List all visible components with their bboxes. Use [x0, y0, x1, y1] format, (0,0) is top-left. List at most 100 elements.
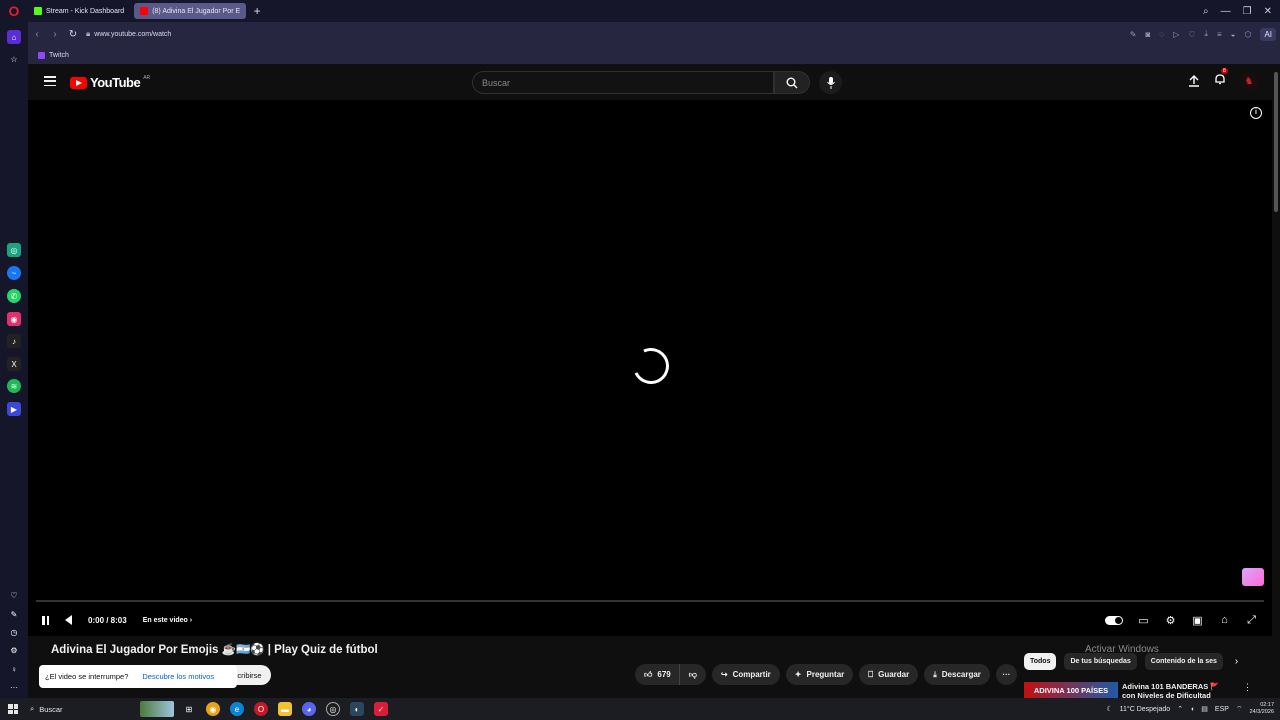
heart-icon[interactable]: ♡ — [1188, 30, 1195, 39]
clock[interactable]: 02:17 24/3/2026 — [1250, 702, 1274, 716]
cast-icon[interactable]: ⌂ — [1218, 614, 1231, 626]
app-icon[interactable]: ✓ — [374, 702, 388, 716]
extensions-icon[interactable]: ⬡ — [1244, 30, 1251, 39]
fullscreen-icon[interactable]: ⤢ — [1245, 614, 1258, 627]
tiktok-icon[interactable]: ♪ — [7, 334, 21, 348]
wifi-icon[interactable]: ⌔ — [1236, 705, 1243, 714]
ask-button[interactable]: ✦ Preguntar — [785, 664, 854, 685]
video-player[interactable]: i 0:00 / 8:03 En este video › ▭ ⚙ ▣ ⌂ ⤢ — [28, 100, 1272, 636]
youtube-logo[interactable]: YouTube AR — [70, 75, 150, 90]
chrome-icon[interactable]: ◉ — [206, 702, 220, 716]
url-field[interactable]: www.youtube.com/watch — [94, 31, 171, 38]
discord-icon[interactable]: ◕ — [302, 702, 316, 716]
download-button[interactable]: ⤓ Descargar — [924, 664, 990, 685]
voice-search-button[interactable] — [819, 71, 842, 94]
network-icon[interactable]: ▤ — [1201, 705, 1208, 713]
weather-text[interactable]: 11°C Despejado — [1120, 706, 1171, 713]
lightbulb-icon[interactable]: ♀ — [7, 662, 21, 676]
search-input[interactable] — [482, 72, 762, 93]
x-icon[interactable]: X — [7, 357, 21, 371]
like-button[interactable]: 👍︎ 679 — [635, 664, 679, 685]
taskbar-search[interactable]: ⌕ Buscar — [30, 701, 140, 717]
spotify-icon[interactable]: ≋ — [7, 379, 21, 393]
ai-button[interactable]: AI — [1260, 27, 1276, 41]
home-icon[interactable]: ⌂ — [7, 30, 21, 44]
shield-icon[interactable]: ◌ — [1159, 30, 1164, 39]
file-explorer-icon[interactable]: ▬ — [278, 702, 292, 716]
info-icon[interactable]: i — [1250, 107, 1262, 119]
taskbar-search-label: Buscar — [39, 704, 63, 714]
menu-icon[interactable] — [44, 76, 56, 86]
page-scrollbar[interactable] — [1272, 64, 1280, 698]
star-icon[interactable]: ☆ — [7, 52, 21, 66]
settings-icon[interactable]: ⚙ — [7, 643, 21, 657]
obs-icon[interactable]: ◎ — [326, 702, 340, 716]
autoplay-toggle[interactable] — [1105, 615, 1123, 625]
subtitles-icon[interactable]: ▭ — [1137, 614, 1150, 627]
chevron-up-icon[interactable]: ⌃ — [1177, 705, 1183, 713]
opera-logo-icon[interactable]: O — [0, 0, 28, 22]
minimize-button[interactable]: — — [1221, 6, 1231, 17]
maximize-button[interactable]: ❐ — [1243, 6, 1252, 17]
forward-button[interactable]: › — [46, 29, 64, 40]
recommendation-thumbnail[interactable]: ADIVINA 100 PAÍSES — [1024, 682, 1118, 698]
recommendation-title[interactable]: Adivina 101 BANDERAS 🚩 con Niveles de Di… — [1122, 682, 1227, 698]
miniplayer-icon[interactable]: ▣ — [1191, 614, 1204, 627]
more-actions-button[interactable]: ··· — [995, 664, 1017, 685]
tab-youtube[interactable]: (8) Adivina El Jugador Por E — [134, 3, 247, 19]
chip-todos[interactable]: Todos — [1024, 653, 1057, 670]
player-icon[interactable]: ▶ — [7, 402, 21, 416]
share-button[interactable]: ↪ Compartir — [711, 664, 780, 685]
history-icon[interactable]: ◷ — [7, 625, 21, 639]
tab-kick-dashboard[interactable]: Stream - Kick Dashboard — [28, 3, 130, 19]
download-icon[interactable]: ⤓ — [1204, 29, 1208, 39]
save-label: Guardar — [878, 670, 910, 679]
chevron-right-icon[interactable]: › — [1235, 656, 1238, 667]
chip-busquedas[interactable]: De tus búsquedas — [1064, 653, 1137, 670]
volume-icon[interactable]: ◖ — [1190, 706, 1194, 713]
volume-icon[interactable] — [65, 615, 72, 625]
recommendation-item[interactable]: ADIVINA 100 PAÍSES Adivina 101 BANDERAS … — [1024, 682, 1252, 698]
save-button[interactable]: ⎕ Guardar — [859, 664, 919, 685]
settings-icon[interactable]: ⚙ — [1164, 614, 1177, 627]
edge-icon[interactable]: e — [230, 702, 244, 716]
progress-bar[interactable] — [36, 600, 1264, 602]
more-icon[interactable]: ··· — [7, 680, 21, 694]
language-indicator[interactable]: ESP — [1215, 706, 1229, 713]
notifications-button[interactable]: 8 — [1214, 68, 1228, 90]
whatsapp-icon[interactable]: ✆ — [7, 289, 21, 303]
edit-page-icon[interactable]: ✎ — [1130, 30, 1137, 39]
pause-button[interactable] — [42, 615, 49, 625]
search-tabs-icon[interactable]: ⌕ — [1203, 6, 1209, 17]
lock-icon[interactable]: 🔒︎ — [86, 29, 90, 39]
camera-icon[interactable]: ◙ — [1145, 30, 1150, 39]
bookmark-twitch[interactable]: Twitch — [38, 51, 69, 59]
search-button[interactable] — [774, 71, 810, 94]
windows-start-icon[interactable] — [8, 704, 18, 714]
opera-icon[interactable]: O — [254, 702, 268, 716]
chatgpt-icon[interactable]: ◎ — [7, 243, 21, 257]
back-button[interactable]: ‹ — [28, 29, 46, 40]
play-icon[interactable]: ▷ — [1173, 30, 1179, 39]
chip-sesion[interactable]: Contenido de la ses — [1144, 653, 1223, 670]
avatar[interactable]: ♞ — [1240, 72, 1258, 90]
new-tab-button[interactable]: + — [250, 4, 264, 18]
menu-icon[interactable]: ≡ — [1217, 30, 1222, 39]
dislike-button[interactable]: 👎︎ — [678, 664, 706, 685]
heart-icon[interactable]: ♡ — [7, 588, 21, 602]
weather-icon[interactable]: ☾ — [1106, 705, 1112, 713]
widgets-icon[interactable] — [140, 701, 174, 717]
channel-watermark-icon[interactable] — [1242, 568, 1264, 586]
edit-icon[interactable]: ✎ — [7, 607, 21, 621]
profile-icon[interactable]: ◒ — [1231, 30, 1236, 39]
chapters-button[interactable]: En este video › — [143, 617, 192, 624]
task-view-icon[interactable]: ⊞ — [182, 702, 196, 716]
close-button[interactable]: ✕ — [1264, 6, 1272, 17]
instagram-icon[interactable]: ◉ — [7, 312, 21, 326]
recommendation-menu-icon[interactable]: ⋮ — [1243, 682, 1252, 698]
reload-button[interactable]: ↻ — [64, 29, 82, 40]
upload-icon[interactable] — [1188, 75, 1200, 87]
toast-link[interactable]: Descubre los motivos — [142, 672, 214, 681]
steam-icon[interactable]: ◐ — [350, 702, 364, 716]
messenger-icon[interactable]: ~ — [7, 266, 21, 280]
